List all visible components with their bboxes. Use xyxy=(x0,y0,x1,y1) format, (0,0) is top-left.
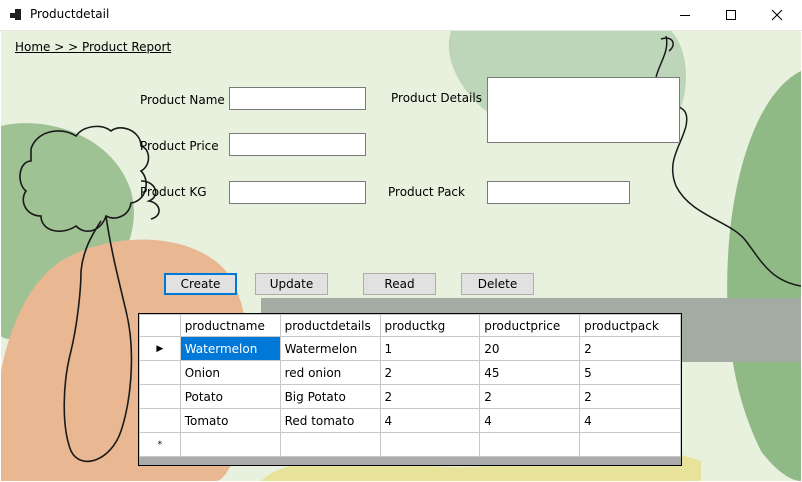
product-name-field[interactable] xyxy=(229,87,366,110)
table-row[interactable]: Tomato Red tomato 4 4 4 xyxy=(139,408,681,433)
grid-corner-header[interactable] xyxy=(139,314,181,337)
table-cell[interactable]: Onion xyxy=(179,360,281,385)
table-cell[interactable]: 2 xyxy=(579,384,681,409)
update-button[interactable]: Update xyxy=(255,273,328,295)
table-cell[interactable]: Tomato xyxy=(179,408,281,433)
table-cell[interactable]: Watermelon xyxy=(179,336,281,361)
table-cell[interactable]: 4 xyxy=(579,408,681,433)
table-cell[interactable]: Watermelon xyxy=(279,336,381,361)
product-kg-field[interactable] xyxy=(229,181,366,204)
row-header[interactable]: ▶ xyxy=(139,336,181,361)
app-icon xyxy=(10,9,22,21)
app-window: Productdetail Home > > Product Report Pr… xyxy=(0,0,802,482)
table-cell[interactable]: 1 xyxy=(379,336,481,361)
window-title: Productdetail xyxy=(30,7,110,21)
create-button[interactable]: Create xyxy=(164,273,237,295)
product-details-label: Product Details xyxy=(391,91,482,105)
table-cell[interactable]: 2 xyxy=(379,360,481,385)
table-cell[interactable] xyxy=(279,432,381,457)
minimize-icon xyxy=(680,15,690,16)
table-cell[interactable]: 2 xyxy=(379,384,481,409)
grid-header-row: productname productdetails productkg pro… xyxy=(139,314,681,337)
table-cell[interactable]: 20 xyxy=(479,336,581,361)
row-header[interactable] xyxy=(139,360,181,385)
breadcrumb[interactable]: Home > > Product Report xyxy=(15,40,171,54)
table-cell[interactable]: 4 xyxy=(479,408,581,433)
table-cell[interactable] xyxy=(379,432,481,457)
table-row[interactable]: ▶ Watermelon Watermelon 1 20 2 xyxy=(139,336,681,361)
grid-table: productname productdetails productkg pro… xyxy=(139,314,681,457)
product-pack-label: Product Pack xyxy=(388,185,465,199)
row-header[interactable]: * xyxy=(139,432,181,457)
table-cell[interactable]: red onion xyxy=(279,360,381,385)
product-price-label: Product Price xyxy=(140,139,219,153)
read-button[interactable]: Read xyxy=(363,273,436,295)
close-icon xyxy=(771,9,783,21)
table-cell[interactable]: 2 xyxy=(479,384,581,409)
product-name-label: Product Name xyxy=(140,93,225,107)
table-row[interactable]: Onion red onion 2 45 5 xyxy=(139,360,681,385)
row-header[interactable] xyxy=(139,384,181,409)
table-cell[interactable]: Potato xyxy=(179,384,281,409)
table-cell[interactable]: 45 xyxy=(479,360,581,385)
table-cell[interactable]: 2 xyxy=(579,336,681,361)
row-header[interactable] xyxy=(139,408,181,433)
table-cell[interactable] xyxy=(179,432,281,457)
product-details-field[interactable] xyxy=(487,77,680,143)
product-price-field[interactable] xyxy=(229,133,366,156)
table-cell[interactable]: 5 xyxy=(579,360,681,385)
table-row[interactable]: Potato Big Potato 2 2 2 xyxy=(139,384,681,409)
new-row-asterisk-icon: * xyxy=(157,439,163,450)
table-cell[interactable]: 4 xyxy=(379,408,481,433)
form-client-area: Home > > Product Report Product Name Pro… xyxy=(1,31,801,481)
product-kg-label: Product KG xyxy=(140,185,207,199)
column-header[interactable]: productdetails xyxy=(279,314,381,337)
column-header[interactable]: productname xyxy=(179,314,281,337)
minimize-button[interactable] xyxy=(662,0,708,30)
maximize-icon xyxy=(726,10,736,20)
product-data-grid[interactable]: productname productdetails productkg pro… xyxy=(138,313,682,466)
delete-button[interactable]: Delete xyxy=(461,273,534,295)
maximize-button[interactable] xyxy=(708,0,754,30)
title-bar[interactable]: Productdetail xyxy=(0,0,802,31)
close-button[interactable] xyxy=(754,0,800,30)
column-header[interactable]: productkg xyxy=(379,314,481,337)
current-row-arrow-icon: ▶ xyxy=(156,343,164,354)
table-cell[interactable] xyxy=(579,432,681,457)
table-cell[interactable]: Red tomato xyxy=(279,408,381,433)
column-header[interactable]: productprice xyxy=(479,314,581,337)
table-cell[interactable]: Big Potato xyxy=(279,384,381,409)
new-row[interactable]: * xyxy=(139,432,681,457)
table-cell[interactable] xyxy=(479,432,581,457)
product-pack-field[interactable] xyxy=(487,181,630,204)
column-header[interactable]: productpack xyxy=(579,314,681,337)
